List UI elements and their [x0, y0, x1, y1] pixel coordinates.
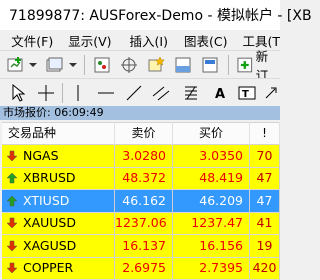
spread-value: 70 — [250, 145, 280, 167]
symbol-name: NGAS — [23, 145, 59, 167]
toolbar-separator — [84, 55, 85, 75]
channel-icon — [152, 84, 170, 102]
strategy-tester-icon — [201, 56, 219, 74]
column-spread[interactable]: ! — [250, 122, 280, 145]
ask-price: 16.156 — [173, 235, 250, 257]
trendline-icon — [125, 84, 143, 102]
symbol-cell: XTIUSD — [2, 190, 115, 212]
window-title: 71899877: AUSForex-Demo - 模拟帐户 - [XB — [9, 5, 312, 25]
drawing-toolbar: A T — [0, 78, 280, 106]
standard-toolbar: 新订 — [0, 50, 280, 78]
crosshair-move-icon — [120, 56, 138, 74]
column-bid[interactable]: 卖价 — [115, 122, 173, 145]
symbol-name: XAUUSD — [23, 212, 76, 234]
table-row[interactable]: NGAS 3.02803.035070 — [2, 145, 280, 168]
profiles-button[interactable] — [44, 54, 78, 76]
arrow-up-icon — [6, 195, 18, 207]
menu-bar: 文件(F) 显示(V) 插入(I) 图表(C) 工具(T — [0, 30, 280, 50]
trendline-button[interactable] — [124, 82, 144, 104]
symbol-name: XTIUSD — [23, 190, 69, 212]
symbol-cell: XAGUSD — [2, 235, 115, 257]
table-row[interactable]: XBRUSD 48.37248.41947 — [2, 168, 280, 191]
label-tool-button[interactable]: T — [236, 82, 258, 104]
bid-price: 16.137 — [115, 235, 173, 257]
cursor-icon — [11, 84, 25, 102]
arrow-down-icon — [6, 217, 18, 229]
channel-button[interactable] — [150, 82, 172, 104]
text-label-icon: T — [238, 84, 256, 102]
menu-file[interactable]: 文件(F) — [11, 31, 53, 50]
spread-value: 47 — [250, 190, 280, 212]
symbol-name: XBRUSD — [23, 167, 76, 189]
cursor-tool-button[interactable] — [8, 82, 28, 104]
spread-value: 47 — [250, 167, 280, 189]
ask-price: 3.0350 — [173, 145, 250, 167]
symbol-name: XAGUSD — [23, 235, 76, 257]
svg-text:A: A — [215, 87, 225, 102]
column-symbol[interactable]: 交易品种 — [2, 122, 115, 145]
market-watch-table: 交易品种 卖价 买价 ! NGAS 3.02803.035070 XBRUSD 48.… — [2, 122, 280, 280]
table-row[interactable]: XAGUSD 16.13716.15619 — [2, 235, 280, 258]
arrow-tool-icon — [263, 84, 279, 102]
column-ask[interactable]: 买价 — [173, 122, 250, 145]
text-a-icon: A — [212, 84, 230, 102]
ask-price: 46.209 — [173, 190, 250, 212]
new-order-button[interactable]: 新订 — [236, 54, 280, 76]
arrow-down-icon — [6, 262, 18, 274]
new-chart-icon — [6, 56, 40, 74]
profiles-icon — [44, 56, 78, 74]
table-body: NGAS3.02803.035070XBRUSD48.37248.41947XT… — [2, 145, 280, 280]
new-order-icon — [236, 56, 254, 74]
data-window-button[interactable] — [118, 54, 140, 76]
arrow-up-icon — [6, 172, 18, 184]
toolbar-separator — [62, 83, 63, 103]
crosshair-icon — [37, 84, 55, 102]
symbol-cell: XBRUSD — [2, 167, 115, 189]
new-chart-button[interactable] — [6, 54, 40, 76]
title-bar: 71899877: AUSForex-Demo - 模拟帐户 - [XB — [0, 0, 280, 30]
toolbar-separator — [228, 55, 229, 75]
symbol-cell: NGAS — [2, 145, 115, 167]
menu-insert[interactable]: 插入(I) — [130, 31, 168, 50]
bid-price: 48.372 — [115, 167, 173, 189]
arrow-tool-button[interactable] — [262, 82, 280, 104]
spread-value: 41 — [250, 212, 280, 234]
text-tool-button[interactable]: A — [210, 82, 232, 104]
market-watch-header: 市场报价: 06:09:49 — [0, 106, 280, 120]
strategy-tester-button[interactable] — [199, 54, 221, 76]
ask-price: 48.419 — [173, 167, 250, 189]
menu-charts[interactable]: 图表(C) — [184, 31, 227, 50]
vertical-line-button[interactable] — [68, 82, 88, 104]
table-row[interactable]: XAUUSD 1237.061237.4741 — [2, 213, 280, 236]
market-watch-button[interactable] — [91, 54, 113, 76]
horizontal-line-icon — [97, 84, 115, 102]
fibonacci-button[interactable] — [180, 82, 202, 104]
navigator-button[interactable] — [145, 54, 167, 76]
market-watch-icon — [93, 56, 111, 74]
bid-price: 46.162 — [115, 190, 173, 212]
terminal-icon — [174, 56, 192, 74]
arrow-down-icon — [6, 150, 18, 162]
terminal-button[interactable] — [172, 54, 194, 76]
spread-value: 19 — [250, 235, 280, 257]
table-row[interactable]: XTIUSD 46.16246.20947 — [2, 190, 280, 213]
table-row[interactable]: COPPER2.69752.7395420 — [2, 258, 280, 280]
bid-price: 3.0280 — [115, 145, 173, 167]
bid-price: 1237.06 — [115, 212, 173, 234]
symbol-cell: XAUUSD — [2, 212, 115, 234]
navigator-star-icon — [147, 56, 165, 74]
crosshair-tool-button[interactable] — [36, 82, 56, 104]
vertical-line-icon — [69, 84, 87, 102]
table-header: 交易品种 卖价 买价 ! — [2, 122, 280, 145]
arrow-down-icon — [6, 240, 18, 252]
fibonacci-icon — [182, 84, 200, 102]
svg-text:T: T — [242, 89, 249, 100]
menu-view[interactable]: 显示(V) — [68, 31, 111, 50]
ask-price: 1237.47 — [173, 212, 250, 234]
horizontal-line-button[interactable] — [96, 82, 116, 104]
